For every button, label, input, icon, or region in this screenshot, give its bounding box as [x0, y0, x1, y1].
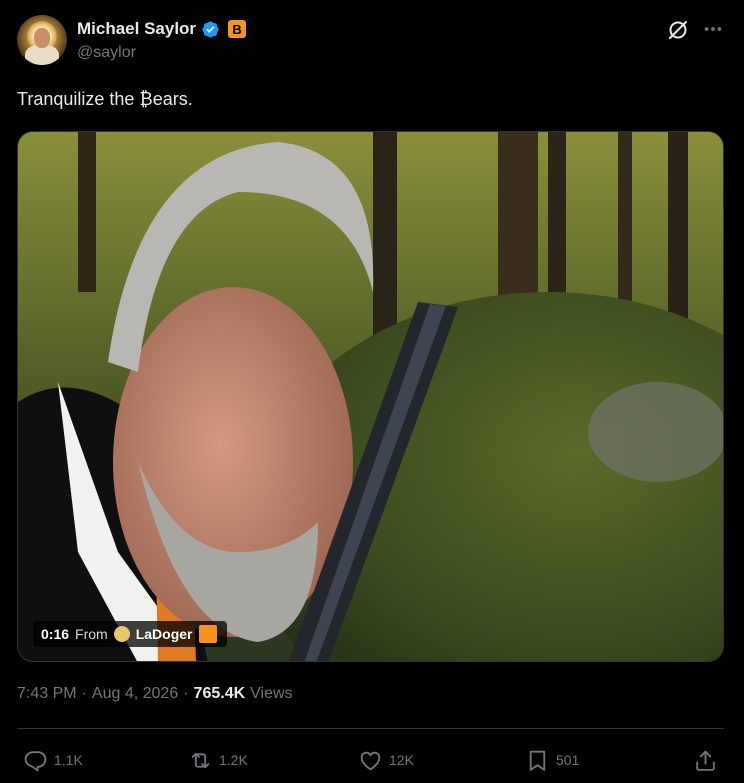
- like-button[interactable]: 12K: [358, 745, 414, 775]
- reply-icon: [24, 750, 47, 771]
- retweet-button[interactable]: 1.2K: [188, 745, 248, 775]
- tweet-time[interactable]: 7:43 PM: [17, 685, 77, 703]
- video-from-label: From: [75, 626, 108, 642]
- views-label: Views: [250, 685, 293, 702]
- meta-separator: ·: [183, 685, 189, 702]
- author-avatar[interactable]: [17, 15, 67, 65]
- grok-icon[interactable]: [666, 18, 690, 42]
- avatar-face: [34, 28, 50, 48]
- avatar-robe: [25, 45, 59, 65]
- reply-count: 1.1K: [54, 752, 83, 768]
- like-count: 12K: [389, 752, 414, 768]
- heart-icon: [360, 751, 381, 770]
- tweet-meta: 7:43 PM · Aug 4, 2026 · 765.4K Views: [17, 685, 293, 703]
- more-icon[interactable]: [702, 18, 724, 40]
- video-source-name[interactable]: LaDoger: [136, 626, 193, 642]
- tweet: Michael Saylor B @saylor Tranquilize the…: [0, 0, 744, 783]
- author-name-row: Michael Saylor B: [77, 18, 247, 40]
- video-player[interactable]: [17, 131, 724, 662]
- author-handle[interactable]: @saylor: [77, 44, 136, 62]
- reply-button[interactable]: 1.1K: [23, 745, 83, 775]
- share-button[interactable]: [693, 745, 718, 775]
- share-icon: [696, 750, 715, 771]
- video-info-pill: 0:16 From LaDoger: [33, 621, 227, 647]
- bookmark-button[interactable]: 501: [525, 745, 579, 775]
- tweet-text: Tranquilize the ₿ears.: [17, 89, 193, 109]
- author-display-name[interactable]: Michael Saylor: [77, 19, 196, 39]
- bookmark-icon: [529, 750, 546, 771]
- source-avatar-icon: [113, 626, 130, 642]
- retweet-icon: [191, 752, 210, 768]
- meta-separator: ·: [81, 685, 87, 702]
- orange-square-icon: [198, 625, 217, 643]
- tweet-date[interactable]: Aug 4, 2026: [92, 685, 178, 703]
- bitcoin-badge[interactable]: B: [228, 20, 247, 38]
- divider: [17, 728, 724, 729]
- video-frame: [18, 132, 723, 661]
- verified-badge-icon[interactable]: [201, 20, 220, 39]
- action-bar: 1.1K 1.2K 12K 501: [17, 745, 724, 775]
- bookmark-count: 501: [556, 752, 580, 768]
- views-count: 765.4K: [193, 685, 246, 702]
- retweet-count: 1.2K: [219, 752, 248, 768]
- video-timestamp: 0:16: [41, 626, 70, 642]
